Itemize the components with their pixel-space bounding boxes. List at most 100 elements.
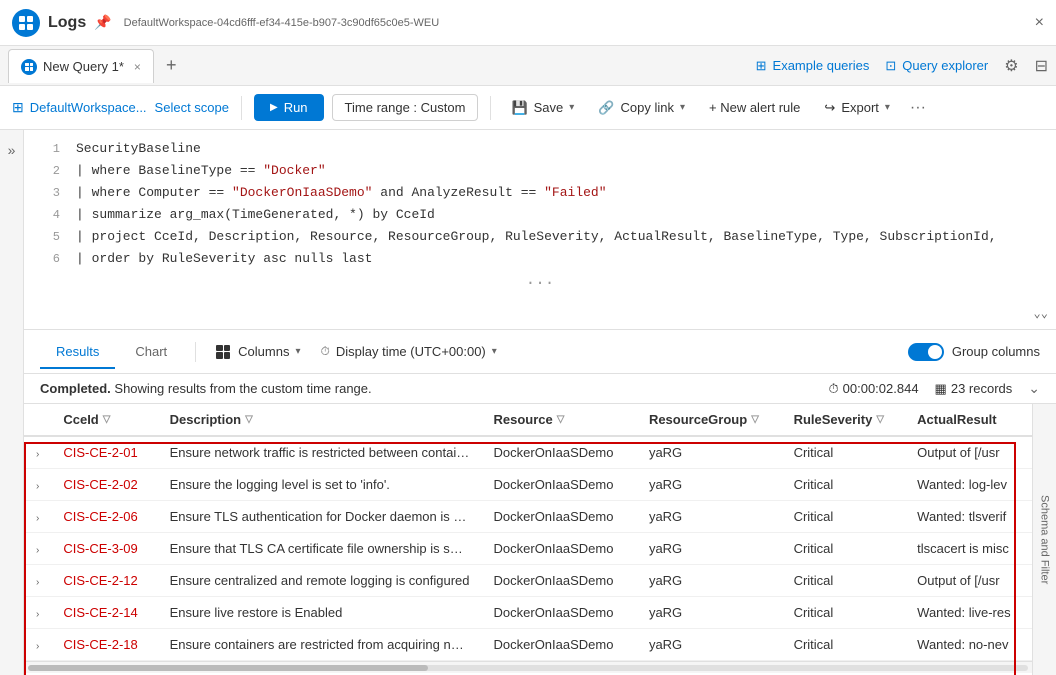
query-explorer-icon: ⊡	[885, 58, 896, 74]
rg-col-header: ResourceGroup ▽	[637, 404, 782, 436]
expand-cell[interactable]: ›	[24, 469, 51, 501]
cceid-filter-icon[interactable]: ▽	[103, 414, 111, 425]
results-tabs: Results Chart Columns ▾	[24, 330, 1056, 374]
table-schema-container: CceId ▽ Description ▽	[24, 404, 1056, 675]
export-dropdown-arrow: ▾	[885, 102, 890, 113]
run-button[interactable]: ▶ Run	[254, 94, 324, 121]
add-tab-button[interactable]: +	[158, 51, 185, 80]
severity-cell: Critical	[782, 597, 906, 629]
new-alert-label: + New alert rule	[709, 100, 800, 115]
copy-link-button[interactable]: 🔗 Copy link ▾	[590, 96, 693, 120]
layout-icon[interactable]: ⊟	[1035, 56, 1048, 76]
code-line-1: 1 SecurityBaseline	[24, 138, 1056, 160]
records-count: ▦ 23 records	[935, 381, 1013, 397]
desc-cell: Ensure the logging level is set to 'info…	[158, 469, 482, 501]
display-time-button[interactable]: ⏱ Display time (UTC+00:00) ▾	[312, 340, 504, 363]
group-columns-label: Group columns	[952, 344, 1040, 359]
cceid-cell: CIS-CE-2-06	[51, 501, 157, 533]
app-title: Logs	[48, 14, 86, 32]
cceid-cell: CIS-CE-2-14	[51, 597, 157, 629]
desc-filter-icon[interactable]: ▽	[245, 414, 253, 425]
rg-filter-icon[interactable]: ▽	[751, 414, 759, 425]
scroll-track	[28, 665, 1028, 671]
resource-col-header: Resource ▽	[482, 404, 637, 436]
export-button[interactable]: ↪ Export ▾	[816, 96, 898, 120]
desc-cell: Ensure that TLS CA certificate file owne…	[158, 533, 482, 565]
tab-chart[interactable]: Chart	[119, 336, 183, 369]
editor-dots: ···	[24, 270, 1056, 296]
close-button[interactable]: ×	[1035, 14, 1044, 32]
resource-cell: DockerOnIaaSDemo	[482, 501, 637, 533]
table-row[interactable]: › CIS-CE-2-02 Ensure the logging level i…	[24, 469, 1032, 501]
expand-cell[interactable]: ›	[24, 436, 51, 469]
table-row[interactable]: › CIS-CE-2-01 Ensure network traffic is …	[24, 436, 1032, 469]
settings-icon[interactable]: ⚙	[1004, 56, 1018, 76]
rg-cell: yaRG	[637, 597, 782, 629]
scroll-thumb	[28, 665, 428, 671]
severity-cell: Critical	[782, 436, 906, 469]
collapse-icon[interactable]: »	[4, 138, 20, 162]
expand-editor-icon[interactable]: ⌄⌄	[1034, 306, 1048, 321]
app-icon	[12, 9, 40, 37]
rg-cell: yaRG	[637, 629, 782, 661]
expand-cell[interactable]: ›	[24, 533, 51, 565]
expand-cell[interactable]: ›	[24, 501, 51, 533]
resource-cell: DockerOnIaaSDemo	[482, 469, 637, 501]
toggle-thumb	[928, 345, 942, 359]
result-cell: tlscacert is misc	[905, 533, 1032, 565]
title-bar: Logs 📌 DefaultWorkspace-04cd6fff-ef34-41…	[0, 0, 1056, 46]
query-explorer-button[interactable]: ⊡ Query explorer	[885, 58, 988, 74]
resource-filter-icon[interactable]: ▽	[557, 414, 565, 425]
expand-results-icon[interactable]: ⌄	[1028, 380, 1040, 397]
horizontal-scrollbar[interactable]	[24, 661, 1032, 673]
records-icon: ▦	[935, 381, 947, 397]
resource-cell: DockerOnIaaSDemo	[482, 436, 637, 469]
schema-and-filter-panel[interactable]: Schema and Filter	[1032, 404, 1056, 675]
code-editor[interactable]: 1 SecurityBaseline 2 | where BaselineTyp…	[24, 130, 1056, 330]
pin-icon[interactable]: 📌	[94, 14, 111, 31]
run-icon: ▶	[270, 102, 278, 113]
time-range-button[interactable]: Time range : Custom	[332, 94, 479, 121]
columns-dropdown-arrow: ▾	[295, 346, 300, 357]
tab-results[interactable]: Results	[40, 336, 115, 369]
results-area: Results Chart Columns ▾	[24, 330, 1056, 675]
workspace-button[interactable]: ⊞ DefaultWorkspace...	[12, 99, 147, 116]
group-columns-switch[interactable]	[908, 343, 944, 361]
expand-cell[interactable]: ›	[24, 629, 51, 661]
rg-cell: yaRG	[637, 565, 782, 597]
new-alert-button[interactable]: + New alert rule	[701, 96, 808, 119]
query-explorer-label: Query explorer	[902, 58, 988, 73]
workspace-label: DefaultWorkspace...	[30, 100, 147, 115]
columns-button[interactable]: Columns ▾	[208, 340, 308, 363]
table-row[interactable]: › CIS-CE-3-09 Ensure that TLS CA certifi…	[24, 533, 1032, 565]
table-row[interactable]: › CIS-CE-2-06 Ensure TLS authentication …	[24, 501, 1032, 533]
example-queries-button[interactable]: ⊞ Example queries	[756, 58, 870, 74]
resource-cell: DockerOnIaaSDemo	[482, 629, 637, 661]
table-row[interactable]: › CIS-CE-2-14 Ensure live restore is Ena…	[24, 597, 1032, 629]
rg-cell: yaRG	[637, 436, 782, 469]
status-right: ⏱ 00:00:02.844 ▦ 23 records ⌄	[829, 380, 1041, 397]
save-button[interactable]: 💾 Save ▾	[503, 96, 582, 120]
cceid-cell: CIS-CE-3-09	[51, 533, 157, 565]
severity-cell: Critical	[782, 469, 906, 501]
more-options-button[interactable]: ···	[906, 95, 930, 121]
workspace-subtitle: DefaultWorkspace-04cd6fff-ef34-415e-b907…	[124, 17, 440, 29]
example-queries-label: Example queries	[773, 58, 870, 73]
status-bar: Completed. Showing results from the cust…	[24, 374, 1056, 404]
tab-close-button[interactable]: ×	[134, 60, 141, 74]
select-scope-button[interactable]: Select scope	[155, 100, 229, 115]
expand-cell[interactable]: ›	[24, 565, 51, 597]
desc-col-header: Description ▽	[158, 404, 482, 436]
table-container[interactable]: CceId ▽ Description ▽	[24, 404, 1032, 675]
table-row[interactable]: › CIS-CE-2-18 Ensure containers are rest…	[24, 629, 1032, 661]
expand-cell[interactable]: ›	[24, 597, 51, 629]
sidebar-toggle[interactable]: »	[0, 130, 24, 675]
desc-cell: Ensure TLS authentication for Docker dae…	[158, 501, 482, 533]
display-time-dropdown-arrow: ▾	[492, 346, 497, 357]
code-line-5: 5 | project CceId, Description, Resource…	[24, 226, 1056, 248]
rg-cell: yaRG	[637, 501, 782, 533]
query-tab[interactable]: New Query 1* ×	[8, 49, 154, 83]
cceid-cell: CIS-CE-2-18	[51, 629, 157, 661]
table-row[interactable]: › CIS-CE-2-12 Ensure centralized and rem…	[24, 565, 1032, 597]
severity-filter-icon[interactable]: ▽	[876, 414, 884, 425]
